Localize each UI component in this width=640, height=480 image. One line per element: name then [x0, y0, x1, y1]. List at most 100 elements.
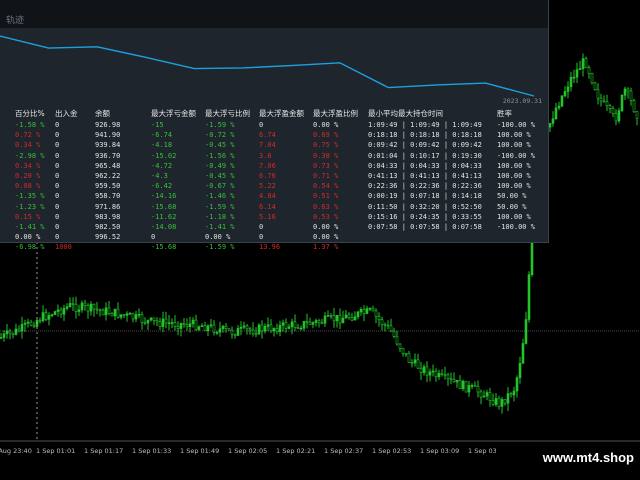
time-axis-label: 1 Sep 01:01: [36, 447, 76, 455]
candle-body: [362, 309, 366, 314]
table-cell: -1.59 %: [205, 243, 235, 252]
trajectory-panel[interactable]: 轨迹 2023.09.31 百分比% 出入金 余额 最大浮亏金额 最大浮亏比例 最大浮盈金…: [0, 0, 549, 251]
candle-body: [203, 325, 207, 332]
table-cell: -1.18 %: [205, 212, 235, 221]
table-cell: -1.59 %: [205, 202, 235, 211]
candle-body: [71, 303, 75, 305]
table-cell: 5.22: [259, 182, 276, 191]
candle-body: [554, 107, 558, 119]
table-cell: -11.62: [151, 212, 177, 221]
candle-body: [614, 113, 618, 122]
candle-body: [92, 303, 96, 310]
table-cell: 100.00 %: [497, 161, 531, 170]
table-cell: 0:01:04 | 0:10:17 | 0:19:30: [368, 151, 482, 160]
candle-body: [335, 314, 339, 322]
candle-body: [170, 322, 174, 324]
table-cell: -0.45 %: [205, 141, 235, 150]
table-cell: 0.20 %: [15, 172, 41, 180]
equity-curve-line: [0, 35, 535, 97]
table-cell: -15.68: [151, 202, 177, 211]
candle-body: [473, 385, 477, 387]
table-cell: -15: [151, 121, 164, 129]
table-cell: 0: [55, 141, 60, 150]
candle-body: [515, 377, 519, 392]
candle-body: [56, 309, 60, 312]
table-cell: 3.6: [259, 151, 272, 160]
table-cell: -6.98 %: [15, 243, 45, 252]
panel-titlebar[interactable]: 轨迹: [0, 0, 548, 28]
candle-body: [359, 309, 363, 313]
candle-body: [125, 313, 129, 316]
candle-body: [68, 303, 72, 307]
table-cell: -100.00 %: [497, 121, 535, 129]
table-cell: 965.48: [95, 161, 121, 170]
table-cell: 7.04: [259, 141, 276, 150]
candle-body: [377, 316, 381, 321]
candle-body: [173, 322, 177, 327]
candle-body: [50, 314, 54, 317]
candle-body: [431, 370, 435, 373]
table-cell: 0: [55, 212, 60, 221]
time-axis-label: 1 Sep 02:21: [276, 447, 316, 455]
candle-body: [587, 67, 591, 74]
candle-body: [239, 326, 243, 329]
table-cell: 6.74: [259, 131, 276, 140]
candle-body: [155, 319, 159, 323]
table-cell: 0.38 %: [313, 151, 339, 160]
candle-body: [407, 353, 411, 363]
candle-body: [440, 373, 444, 375]
candle-body: [158, 321, 162, 327]
candle-body: [89, 303, 93, 312]
table-cell: 971.86: [95, 202, 121, 211]
candle-body: [311, 322, 315, 325]
candle-body: [131, 313, 135, 320]
candle-body: [284, 322, 288, 329]
table-cell: 0.75 %: [313, 141, 339, 150]
table-cell: 0: [259, 121, 264, 129]
candle-body: [320, 322, 324, 325]
candle-body: [296, 327, 300, 329]
table-cell: -1.59 %: [205, 121, 235, 129]
time-axis-label: 1 Sep 02:05: [228, 447, 268, 455]
table-cell: 100.00 %: [497, 172, 531, 180]
candle-body: [149, 317, 153, 321]
table-cell: 0:11:50 | 0:32:20 | 0:52:50: [368, 202, 482, 211]
table-cell: 959.50: [95, 182, 121, 191]
candle-body: [272, 328, 276, 332]
candle-body: [458, 379, 462, 389]
candle-body: [65, 306, 69, 309]
candle-body: [443, 374, 447, 376]
candle-body: [455, 379, 459, 383]
candle-body: [98, 309, 102, 311]
candle-body: [632, 100, 636, 113]
table-cell: 0: [55, 192, 60, 201]
candle-body: [233, 333, 237, 336]
time-axis-label: 31 Aug 23:40: [0, 447, 32, 455]
table-cell: 936.70: [95, 151, 121, 160]
candle-body: [413, 359, 417, 364]
candle-body: [569, 76, 573, 88]
candle-body: [572, 76, 576, 79]
candle-body: [608, 105, 612, 109]
candle-body: [86, 305, 90, 312]
table-cell: 0: [259, 233, 264, 242]
table-cell: -100.00 %: [497, 151, 535, 160]
table-cell: 4.84: [259, 192, 276, 201]
candle-body: [188, 323, 192, 327]
candle-body: [371, 308, 375, 312]
candle-body: [419, 367, 423, 373]
candle-body: [404, 353, 408, 355]
table-cell: 0: [55, 121, 60, 129]
table-cell: 0: [55, 182, 60, 191]
candle-body: [338, 314, 342, 324]
candle-body: [581, 58, 585, 69]
table-cell: 0:22:36 | 0:22:36 | 0:22:36: [368, 182, 482, 191]
candle-body: [602, 100, 606, 103]
candle-body: [41, 312, 45, 322]
candle-body: [101, 309, 105, 316]
candle-body: [626, 88, 630, 92]
candle-body: [143, 322, 147, 324]
candle-body: [425, 366, 429, 376]
table-cell: 0.00 %: [313, 233, 339, 242]
candle-body: [248, 328, 252, 331]
